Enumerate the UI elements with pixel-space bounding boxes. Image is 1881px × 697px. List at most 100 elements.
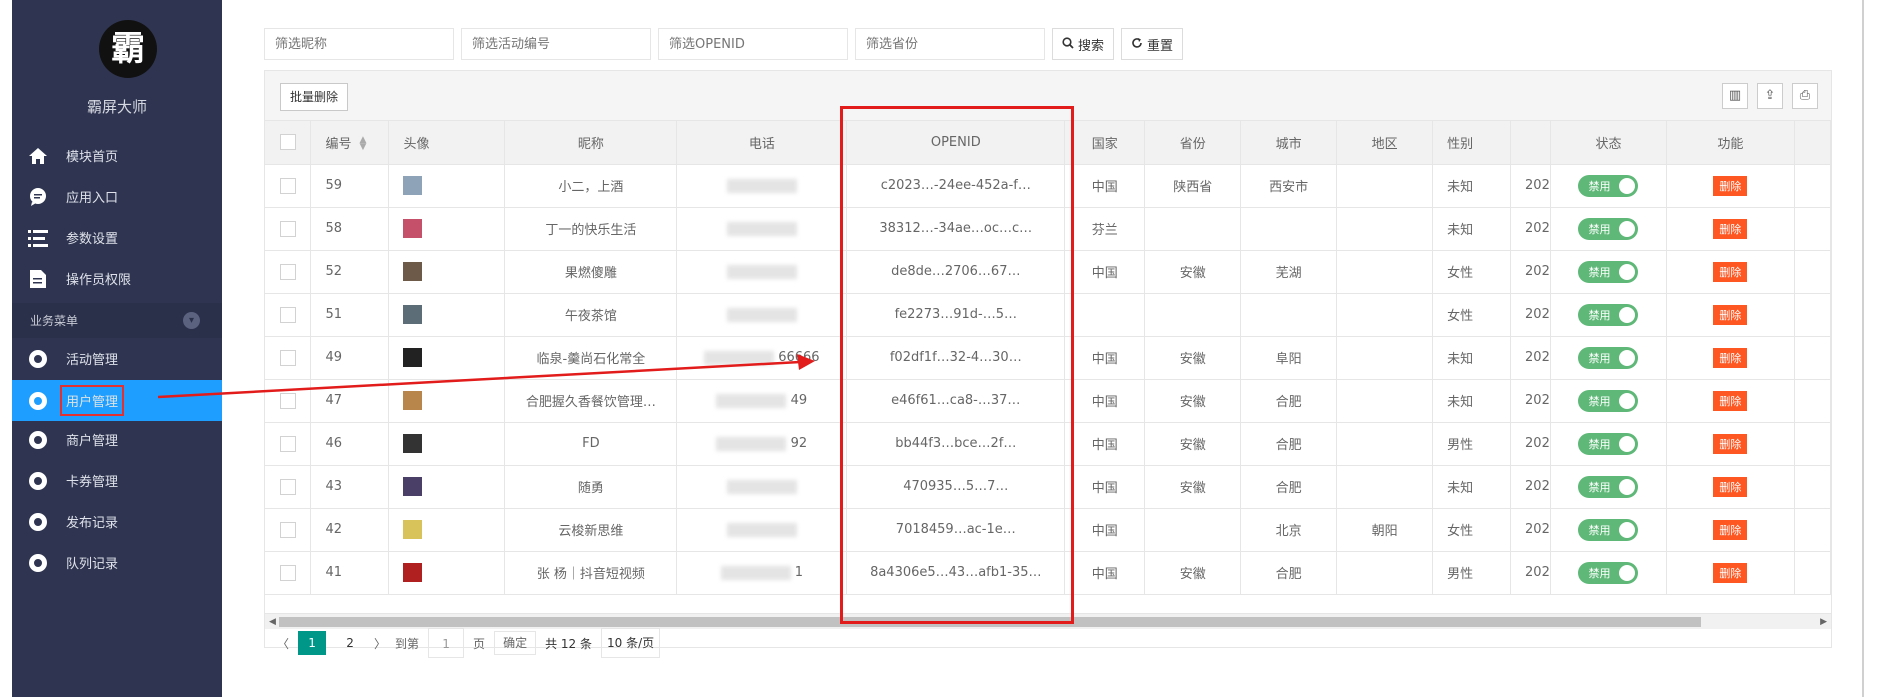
cell-city: 合肥 <box>1240 422 1338 466</box>
delete-button[interactable]: 删除 <box>1713 175 1748 196</box>
table-header-row: 编号 ▲ ▼ 头像 昵称 电话 OPENID 国家 省份 城市 地区 性别 状态 功… <box>265 121 1832 165</box>
sort-icon[interactable]: ▲ ▼ <box>359 136 366 152</box>
row-checkbox[interactable] <box>265 293 312 337</box>
column-filter-icon[interactable]: ▥ <box>1722 83 1748 109</box>
redacted-phone <box>726 479 797 494</box>
cell-openid: bb44f3…bce…2f… <box>846 422 1066 466</box>
cell-phone <box>676 293 848 337</box>
select-all-checkbox[interactable] <box>265 121 312 165</box>
row-checkbox[interactable] <box>265 336 312 380</box>
prev-page-icon[interactable]: 〈 <box>277 635 289 652</box>
cell-nickname: 果燃傻雕 <box>504 250 678 294</box>
list-icon <box>28 228 48 248</box>
cell-nickname: 小二，上酒 <box>504 164 678 208</box>
openid-filter-input[interactable] <box>658 28 848 60</box>
sidebar-item-home[interactable]: 模块首页 <box>12 135 222 176</box>
row-checkbox[interactable] <box>265 551 312 595</box>
disable-toggle[interactable]: 禁用 <box>1578 561 1639 584</box>
sidebar-item-merchants[interactable]: 商户管理 <box>12 419 222 460</box>
sidebar-item-publish-log[interactable]: 发布记录 <box>12 501 222 542</box>
cell-district <box>1336 336 1434 380</box>
batch-delete-button[interactable]: 批量删除 <box>280 83 349 111</box>
sidebar-item-users[interactable]: 用户管理 <box>12 380 222 421</box>
sidebar-item-label: 应用入口 <box>66 191 119 206</box>
disable-toggle[interactable]: 禁用 <box>1578 389 1639 412</box>
disable-toggle[interactable]: 禁用 <box>1578 432 1639 455</box>
cell-country: 中国 <box>1064 164 1146 208</box>
next-page-icon[interactable]: 〉 <box>374 635 386 652</box>
column-header-phone: 电话 <box>676 121 848 165</box>
disable-toggle[interactable]: 禁用 <box>1578 260 1639 283</box>
delete-button[interactable]: 删除 <box>1713 218 1748 239</box>
export-icon[interactable]: ⇪ <box>1757 83 1783 109</box>
business-menu-group[interactable]: 业务菜单 ▾ <box>12 303 222 338</box>
row-checkbox[interactable] <box>265 164 312 208</box>
cell-gender: 未知 <box>1432 164 1512 208</box>
reset-button[interactable]: 重置 <box>1121 28 1184 60</box>
scrollbar-thumb[interactable] <box>279 617 1701 627</box>
row-checkbox[interactable] <box>265 250 312 294</box>
cell-openid: 38312…-34ae…oc…c… <box>846 207 1066 251</box>
page-1-button[interactable]: 1 <box>298 631 327 655</box>
cell-time: 202 <box>1510 293 1552 337</box>
table-row: 59 小二，上酒 c2023…-24ee-452a-f… 中国 陕西省 西安市 未知 202… <box>265 164 1832 208</box>
disable-toggle[interactable]: 禁用 <box>1578 518 1639 541</box>
disable-toggle[interactable]: 禁用 <box>1578 303 1639 326</box>
avatar <box>403 348 423 367</box>
delete-button[interactable]: 删除 <box>1713 476 1748 497</box>
page-2-button[interactable]: 2 <box>335 631 365 655</box>
province-filter-input[interactable] <box>855 28 1045 60</box>
cell-phone <box>676 207 848 251</box>
disable-toggle[interactable]: 禁用 <box>1578 346 1639 369</box>
cell-city: 西安市 <box>1240 164 1338 208</box>
row-checkbox[interactable] <box>265 207 312 251</box>
row-checkbox[interactable] <box>265 465 312 509</box>
row-checkbox[interactable] <box>265 379 312 423</box>
goto-confirm-button[interactable]: 确定 <box>494 631 537 655</box>
scroll-left-arrow-icon[interactable]: ◀ <box>269 614 276 630</box>
delete-button[interactable]: 删除 <box>1713 433 1748 454</box>
column-header-id[interactable]: 编号 ▲ ▼ <box>310 121 390 165</box>
sidebar-item-settings[interactable]: 参数设置 <box>12 217 222 258</box>
cell-openid: 470935…5…7… <box>846 465 1066 509</box>
sidebar-item-operator-permissions[interactable]: 操作员权限 <box>12 258 222 299</box>
column-header-country: 国家 <box>1064 121 1146 165</box>
cell-nickname: 云梭新思维 <box>504 508 678 552</box>
row-checkbox[interactable] <box>265 422 312 466</box>
horizontal-scrollbar[interactable]: ◀ ▶ <box>265 613 1831 629</box>
cell-spacer <box>1794 293 1832 337</box>
delete-button[interactable]: 删除 <box>1713 519 1748 540</box>
nickname-filter-input[interactable] <box>264 28 454 60</box>
print-icon[interactable]: ⎙ <box>1792 83 1818 109</box>
disable-toggle[interactable]: 禁用 <box>1578 475 1639 498</box>
scroll-right-arrow-icon[interactable]: ▶ <box>1820 614 1827 630</box>
goto-page-input[interactable]: 1 <box>428 628 465 658</box>
cell-province: 安徽 <box>1144 336 1242 380</box>
total-count: 共 12 条 <box>545 636 592 651</box>
delete-button[interactable]: 删除 <box>1713 390 1748 411</box>
activity-filter-input[interactable] <box>461 28 651 60</box>
table-row: 58 丁一的快乐生活 38312…-34ae…oc…c… 芬兰 未知 202 禁用 删除 <box>265 207 1832 251</box>
cell-id: 46 <box>310 422 390 466</box>
sidebar-item-app-entry[interactable]: 应用入口 <box>12 176 222 217</box>
delete-button[interactable]: 删除 <box>1713 347 1748 368</box>
cell-openid: 7018459…ac-1e… <box>846 508 1066 552</box>
cell-city: 北京 <box>1240 508 1338 552</box>
cell-status: 禁用 <box>1550 164 1667 208</box>
search-button[interactable]: 搜索 <box>1052 28 1115 60</box>
page-size-select[interactable]: 10 条/页 <box>600 628 661 658</box>
sidebar-item-queue-log[interactable]: 队列记录 <box>12 542 222 583</box>
table-row: 47 合肥握久香餐饮管理… 49 e46f61…ca8-…37… 中国 安徽 合肥 未知 20… <box>265 379 1832 423</box>
cell-country: 芬兰 <box>1064 207 1146 251</box>
delete-button[interactable]: 删除 <box>1713 304 1748 325</box>
sidebar-item-activity[interactable]: 活动管理 <box>12 338 222 379</box>
search-icon <box>1062 36 1074 52</box>
delete-button[interactable]: 删除 <box>1713 562 1748 583</box>
row-checkbox[interactable] <box>265 508 312 552</box>
cell-province: 安徽 <box>1144 250 1242 294</box>
sidebar-item-coupons[interactable]: 卡券管理 <box>12 460 222 501</box>
delete-button[interactable]: 删除 <box>1713 261 1748 282</box>
disable-toggle[interactable]: 禁用 <box>1578 217 1639 240</box>
cell-time: 202 <box>1510 336 1552 380</box>
disable-toggle[interactable]: 禁用 <box>1578 174 1639 197</box>
